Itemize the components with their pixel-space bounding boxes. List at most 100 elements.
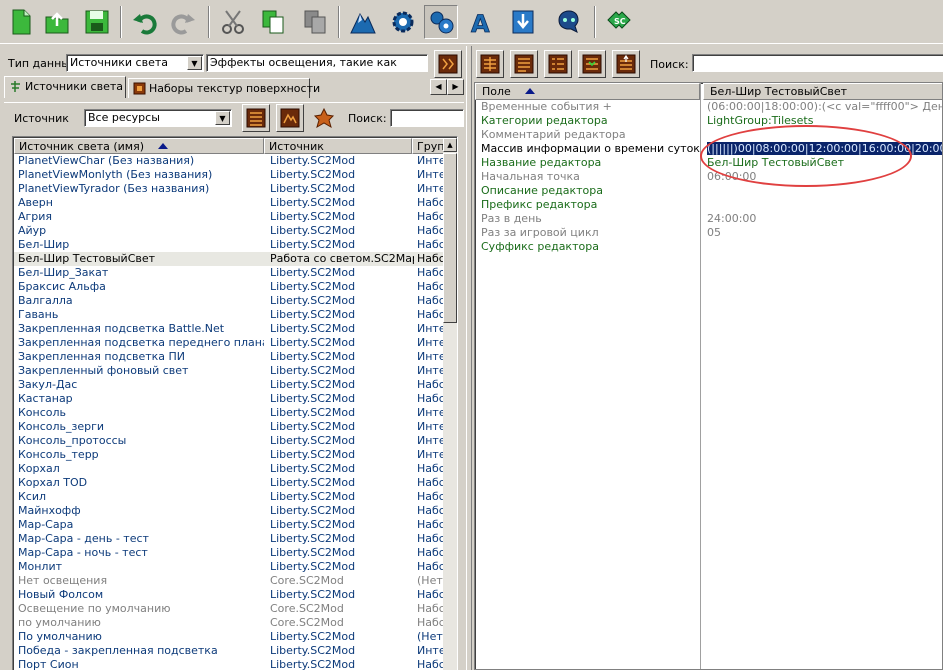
filter-fields-icon[interactable] <box>578 50 606 78</box>
table-row[interactable]: PlanetViewTyrador (Без названия) Liberty.… <box>14 182 444 196</box>
field-name-row[interactable]: Массив информации о времени суток + <box>475 142 700 156</box>
field-search-input[interactable] <box>692 54 943 72</box>
data-type-dropdown[interactable]: Источники света ▼ <box>66 54 204 72</box>
table-row[interactable]: Закрепленная подсветка Battle.Net Liberty… <box>14 322 444 336</box>
field-list-icon[interactable] <box>544 50 572 78</box>
column-header-name[interactable]: Источник света (имя) <box>14 138 264 154</box>
table-row[interactable]: Консоль_протоссы Liberty.SC2Mod Инте <box>14 434 444 448</box>
table-row[interactable]: PlanetViewMonlyth (Без названия) Liberty.… <box>14 168 444 182</box>
table-row[interactable]: Закрепленная подсветка ПИ Liberty.SC2Mod И… <box>14 350 444 364</box>
table-row[interactable]: по умолчанию Core.SC2Mod Набс <box>14 616 444 630</box>
ai-editor-icon[interactable] <box>552 5 586 39</box>
table-row[interactable]: Бел-Шир Liberty.SC2Mod Набс <box>14 238 444 252</box>
field-name-row[interactable]: Раз в день <box>475 212 700 226</box>
field-name-row[interactable]: Временные события + <box>475 100 700 114</box>
table-row[interactable]: Корхал Liberty.SC2Mod Набс <box>14 462 444 476</box>
table-row[interactable]: Консоль_зерги Liberty.SC2Mod Инте <box>14 420 444 434</box>
field-value-cell[interactable]: 06:00:00 <box>703 170 942 184</box>
open-folder-icon[interactable] <box>40 5 74 39</box>
chevron-down-icon[interactable]: ▼ <box>187 56 202 70</box>
table-row[interactable]: Монлит Liberty.SC2Mod Набс <box>14 560 444 574</box>
redo-icon[interactable] <box>166 5 200 39</box>
field-value-cell[interactable]: (06:00:00|18:00:00):(<c val="ffff00"> Де… <box>703 100 942 114</box>
chevron-down-icon[interactable]: ▼ <box>215 111 230 125</box>
field-value-cell[interactable]: Бел-Шир ТестовыйСвет <box>703 156 942 170</box>
table-row[interactable]: По умолчанию Liberty.SC2Mod (Нет) <box>14 630 444 644</box>
field-name-row[interactable]: Название редактора <box>475 156 700 170</box>
table-row[interactable]: Корхал TOD Liberty.SC2Mod Набс <box>14 476 444 490</box>
table-row[interactable]: Закул-Дас Liberty.SC2Mod Набс <box>14 378 444 392</box>
field-name-row[interactable]: Префикс редактора <box>475 198 700 212</box>
table-row[interactable]: Мар-Сара Liberty.SC2Mod Набс <box>14 518 444 532</box>
table-row[interactable]: Валгалла Liberty.SC2Mod Набс <box>14 294 444 308</box>
field-name-row[interactable]: Комментарий редактора <box>475 128 700 142</box>
table-row[interactable]: Закрепленный фоновый свет Liberty.SC2Mod И… <box>14 364 444 378</box>
copy-icon[interactable] <box>256 5 290 39</box>
cut-scissors-icon[interactable] <box>216 5 250 39</box>
field-name-row[interactable]: Категории редактора <box>475 114 700 128</box>
trigger-gear-icon[interactable] <box>386 5 420 39</box>
list-view-icon[interactable] <box>242 104 270 132</box>
new-document-icon[interactable] <box>4 5 38 39</box>
vertical-scrollbar[interactable]: ▲ <box>443 138 457 670</box>
sort-fields-icon[interactable] <box>612 50 640 78</box>
search-input[interactable] <box>390 109 464 127</box>
field-value-cell[interactable]: LightGroup:Tilesets <box>703 114 942 128</box>
field-column-header[interactable]: Поле <box>475 83 700 100</box>
field-name-row[interactable]: Раз за игровой цикл <box>475 226 700 240</box>
field-value-cell[interactable]: 05 <box>703 226 942 240</box>
paste-icon[interactable] <box>298 5 332 39</box>
text-editor-icon[interactable]: A <box>464 5 498 39</box>
value-column-header[interactable]: Бел-Шир ТестовыйСвет <box>703 83 942 100</box>
table-row[interactable]: Бел-Шир ТестовыйСвет Работа со светом.SC2… <box>14 252 444 266</box>
field-name-row[interactable]: Суффикс редактора <box>475 240 700 254</box>
table-row[interactable]: Мар-Сара - день - тест Liberty.SC2Mod Набс <box>14 532 444 546</box>
tab-terrain-texture-sets[interactable]: Наборы текстур поверхности <box>128 78 320 98</box>
table-row[interactable]: Закрепленная подсветка переднего плана Li… <box>14 336 444 350</box>
table-row[interactable]: Майнхофф Liberty.SC2Mod Набс <box>14 504 444 518</box>
source-dropdown[interactable]: Все ресурсы ▼ <box>84 109 232 127</box>
field-value-cell[interactable] <box>703 240 942 254</box>
table-row[interactable]: Ксил Liberty.SC2Mod Набс <box>14 490 444 504</box>
filter-leaf-icon[interactable] <box>310 104 338 132</box>
field-name-row[interactable]: Начальная точка <box>475 170 700 184</box>
save-disk-icon[interactable] <box>80 5 114 39</box>
field-value-cell[interactable] <box>703 198 942 212</box>
table-row[interactable]: Консоль Liberty.SC2Mod Инте <box>14 406 444 420</box>
tab-scroll-right-icon[interactable]: ▶ <box>447 79 464 95</box>
field-name-row[interactable]: Описание редактора <box>475 184 700 198</box>
table-row[interactable]: Гавань Liberty.SC2Mod Набс <box>14 308 444 322</box>
import-icon[interactable] <box>506 5 540 39</box>
table-row[interactable]: Бел-Шир_Закат Liberty.SC2Mod Набс <box>14 266 444 280</box>
field-value-cell[interactable] <box>703 128 942 142</box>
table-row[interactable]: Мар-Сара - ночь - тест Liberty.SC2Mod Набс <box>14 546 444 560</box>
tab-scroll-left-icon[interactable]: ◀ <box>430 79 447 95</box>
table-row[interactable]: Освещение по умолчанию Core.SC2Mod Набс <box>14 602 444 616</box>
field-value-cell[interactable]: (||||||)00|08:00:00|12:00:00|16:00:00|20… <box>703 142 942 156</box>
table-row[interactable]: PlanetViewChar (Без названия) Liberty.SC2… <box>14 154 444 168</box>
scroll-thumb[interactable] <box>443 153 457 323</box>
tree-view-icon[interactable] <box>276 104 304 132</box>
column-header-group[interactable]: Груп <box>412 138 444 154</box>
table-row[interactable]: Агрия Liberty.SC2Mod Набс <box>14 210 444 224</box>
data-editor-icon[interactable] <box>424 5 458 39</box>
field-value-cell[interactable]: 24:00:00 <box>703 212 942 226</box>
test-map-icon[interactable]: SC <box>602 5 636 39</box>
table-row[interactable]: Нет освещения Core.SC2Mod (Нет) <box>14 574 444 588</box>
table-row[interactable]: Аверн Liberty.SC2Mod Набс <box>14 196 444 210</box>
view-options-icon[interactable] <box>434 50 462 78</box>
undo-icon[interactable] <box>128 5 162 39</box>
table-row[interactable]: Порт Сион Liberty.SC2Mod Набс <box>14 658 444 670</box>
scroll-up-icon[interactable]: ▲ <box>443 138 457 152</box>
table-row[interactable]: Победа - закрепленная подсветка Liberty.S… <box>14 644 444 658</box>
field-value-cell[interactable] <box>703 184 942 198</box>
table-row[interactable]: Кастанар Liberty.SC2Mod Набс <box>14 392 444 406</box>
terrain-editor-icon[interactable] <box>346 5 380 39</box>
table-row[interactable]: Консоль_терр Liberty.SC2Mod Инте <box>14 448 444 462</box>
table-row[interactable]: Айур Liberty.SC2Mod Набс <box>14 224 444 238</box>
table-view-icon[interactable] <box>476 50 504 78</box>
table-row[interactable]: Браксис Альфа Liberty.SC2Mod Набс <box>14 280 444 294</box>
raw-data-view-icon[interactable] <box>510 50 538 78</box>
column-header-source[interactable]: Источник <box>264 138 412 154</box>
table-row[interactable]: Новый Фолсом Liberty.SC2Mod Набс <box>14 588 444 602</box>
